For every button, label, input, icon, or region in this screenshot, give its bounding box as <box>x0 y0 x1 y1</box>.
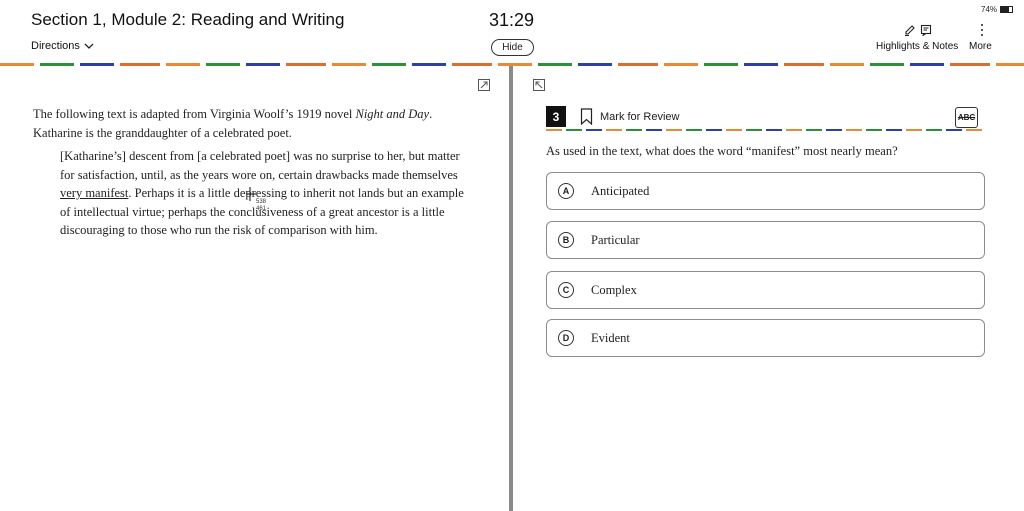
choice-d[interactable]: D Evident <box>546 319 985 357</box>
passage-intro: The following text is adapted from Virgi… <box>33 105 473 142</box>
choice-b[interactable]: B Particular <box>546 221 985 259</box>
quote-text-start: [Katharine’s] descent from [a celebrated… <box>60 149 460 182</box>
notes-icon <box>920 24 932 36</box>
highlights-notes-label[interactable]: Highlights & Notes <box>876 41 958 52</box>
question-dashed-divider <box>546 129 985 131</box>
expand-icon[interactable] <box>478 79 490 91</box>
hide-timer-button[interactable]: Hide <box>491 39 534 56</box>
directions-toggle[interactable]: Directions <box>31 40 94 52</box>
choice-letter: D <box>558 330 574 346</box>
choice-c[interactable]: C Complex <box>546 271 985 309</box>
choice-text: Evident <box>591 330 630 345</box>
battery-percent: 74% <box>981 5 998 14</box>
choice-letter: B <box>558 232 574 248</box>
chevron-down-icon <box>84 43 94 49</box>
section-title: Section 1, Module 2: Reading and Writing <box>31 10 345 29</box>
cursor-readout-2: 461 <box>256 206 267 212</box>
choice-text: Particular <box>591 232 640 247</box>
directions-label: Directions <box>31 40 80 52</box>
cursor-readout-1: 538 <box>256 199 267 205</box>
choice-letter: C <box>558 282 574 298</box>
passage: The following text is adapted from Virgi… <box>33 105 473 240</box>
choice-text: Anticipated <box>591 183 650 198</box>
choice-text: Complex <box>591 282 637 297</box>
more-label[interactable]: More <box>969 41 992 52</box>
vertical-ellipsis-icon[interactable] <box>979 24 985 36</box>
timer: 31:29 <box>489 10 535 30</box>
abc-label: ABC <box>957 113 976 122</box>
text-cursor-overlay: 538 461 <box>246 187 267 212</box>
passage-intro-text: The following text is adapted from Virgi… <box>33 107 356 121</box>
bookmark-icon[interactable] <box>580 108 593 125</box>
battery-indicator: 74% <box>981 5 1014 14</box>
pane-divider[interactable] <box>509 66 513 511</box>
battery-icon <box>1000 6 1014 13</box>
choice-letter: A <box>558 183 574 199</box>
highlighter-icon <box>905 25 915 36</box>
question-number: 3 <box>546 106 566 127</box>
highlights-notes-icons[interactable] <box>904 24 932 36</box>
collapse-icon[interactable] <box>533 79 545 91</box>
answer-eliminator-icon[interactable]: ABC <box>955 107 978 128</box>
mark-for-review-label[interactable]: Mark for Review <box>600 111 679 123</box>
passage-intro-title: Night and Day <box>355 107 430 121</box>
underlined-phrase[interactable]: very manifest <box>60 186 128 200</box>
choice-a[interactable]: A Anticipated <box>546 172 985 210</box>
question-prompt: As used in the text, what does the word … <box>546 144 898 158</box>
